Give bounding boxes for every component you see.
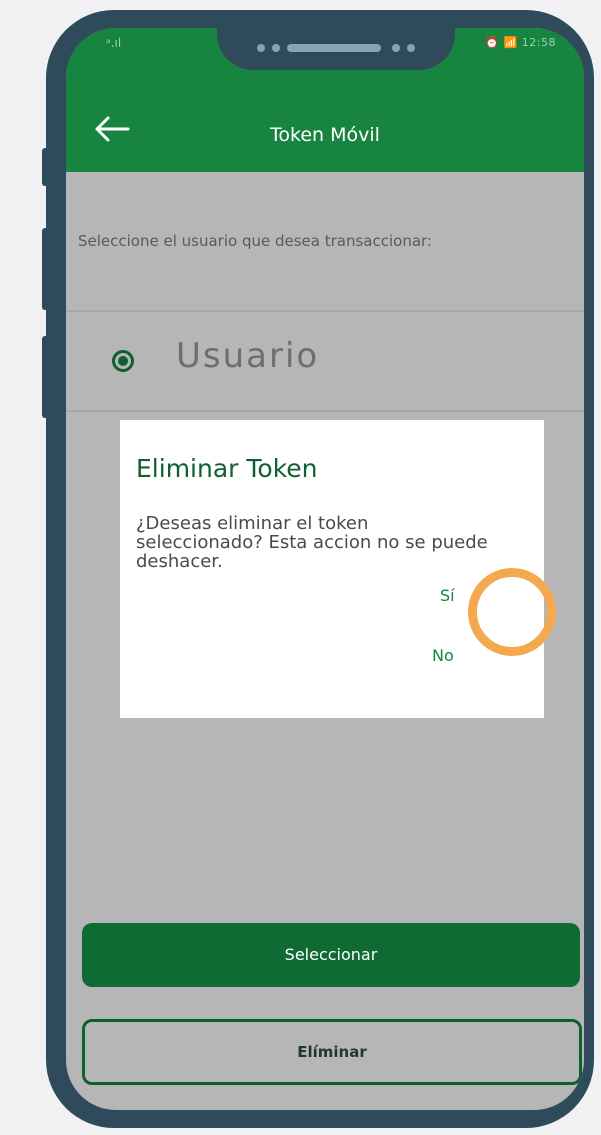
dialog-no-button[interactable]: No [432,646,454,665]
app-header: ᵃ.ıl ⏰ 📶 12:58 Token Móvil [66,28,584,172]
highlight-circle [468,568,556,656]
phone-side-button [42,148,52,186]
signal-icon: ᵃ.ıl [106,36,122,50]
user-radio-button[interactable] [112,350,134,372]
dialog-message: ¿Deseas eliminar el token seleccionado? … [136,513,488,572]
notch-dot [257,44,265,52]
phone-volume-down-button [42,336,52,418]
dialog-yes-button[interactable]: Sí [440,586,455,605]
notch-dot [392,44,400,52]
divider [66,310,584,312]
status-bar-right: ⏰ 📶 12:58 [485,36,556,49]
user-radio-label[interactable]: Usuario [176,336,319,376]
phone-notch [217,28,455,70]
notch-dot [272,44,280,52]
select-button[interactable]: Seleccionar [82,923,580,987]
notch-dot [407,44,415,52]
phone-volume-up-button [42,228,52,310]
delete-token-dialog: Eliminar Token ¿Deseas eliminar el token… [120,420,544,718]
divider [66,410,584,412]
delete-button[interactable]: Elíminar [82,1019,582,1085]
page-title: Token Móvil [270,124,380,146]
notch-speaker [287,44,381,52]
dialog-title: Eliminar Token [136,454,318,483]
select-user-prompt: Seleccione el usuario que desea transacc… [78,232,432,250]
